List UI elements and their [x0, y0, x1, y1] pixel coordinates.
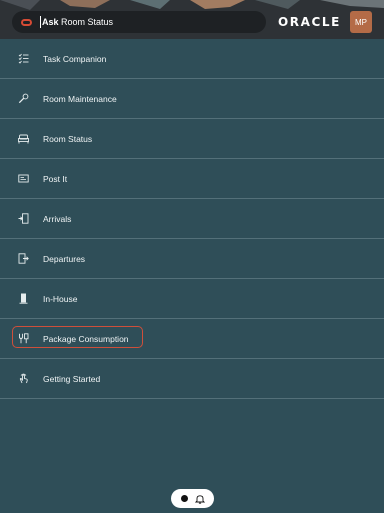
wrench-icon: [18, 93, 29, 104]
task-checklist-icon: [18, 53, 29, 64]
ask-query[interactable]: Ask Room Status: [42, 17, 113, 27]
menu-label: Package Consumption: [43, 334, 129, 344]
menu-item-task-companion[interactable]: Task Companion: [0, 39, 384, 79]
menu-item-arrivals[interactable]: Arrivals: [0, 199, 384, 239]
dot-icon[interactable]: [180, 495, 188, 502]
menu-label: Arrivals: [43, 214, 72, 224]
ask-value: Room Status: [61, 17, 114, 27]
door-exit-icon: [18, 253, 29, 264]
menu-item-in-house[interactable]: In-House: [0, 279, 384, 319]
door-enter-icon: [18, 213, 29, 224]
oracle-logo: ORACLE: [278, 15, 341, 29]
menu-item-room-maintenance[interactable]: Room Maintenance: [0, 79, 384, 119]
menu-item-room-status[interactable]: Room Status: [0, 119, 384, 159]
sticky-note-icon: [18, 174, 29, 183]
ask-prefix: Ask: [42, 17, 59, 27]
oracle-ring-icon: [21, 18, 32, 26]
menu-label: Post It: [43, 174, 68, 184]
menu-item-departures[interactable]: Departures: [0, 239, 384, 279]
ask-search-bar[interactable]: Ask Room Status: [12, 11, 266, 33]
package-icon: [19, 333, 29, 344]
menu-label: Departures: [43, 254, 86, 264]
bell-icon[interactable]: [194, 494, 205, 504]
menu-label: Room Status: [43, 134, 93, 144]
bed-icon: [18, 134, 29, 144]
main-menu: Task Companion Room Maintenance Room Sta…: [0, 39, 384, 399]
menu-item-getting-started[interactable]: Getting Started: [0, 359, 384, 399]
bottom-toolbar: [171, 489, 214, 508]
building-icon: [19, 293, 28, 304]
menu-label: In-House: [43, 294, 78, 304]
hand-pointer-icon: [19, 373, 28, 384]
menu-label: Task Companion: [43, 54, 107, 64]
user-avatar[interactable]: MP: [350, 11, 372, 33]
app-header: Ask Room Status ORACLE MP: [0, 0, 384, 39]
menu-item-post-it[interactable]: Post It: [0, 159, 384, 199]
text-cursor: [40, 16, 41, 28]
menu-item-package-consumption[interactable]: Package Consumption: [0, 319, 384, 359]
menu-label: Getting Started: [43, 374, 101, 384]
menu-label: Room Maintenance: [43, 94, 117, 104]
